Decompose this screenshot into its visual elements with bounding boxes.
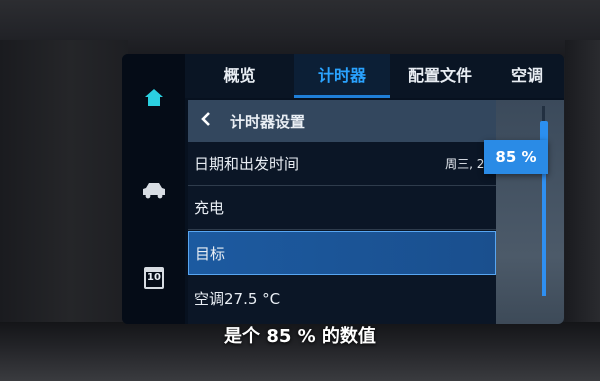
list-item-label: 充电 xyxy=(194,199,225,217)
panel-header[interactable]: 计时器设置 xyxy=(188,100,496,142)
list-item-charging[interactable]: 充电 xyxy=(188,186,496,230)
list-item-target[interactable]: 目标 xyxy=(188,231,496,275)
tab-timer[interactable]: 计时器 xyxy=(294,54,390,98)
list-item-label: 日期和出发时间 xyxy=(194,155,300,173)
tab-profile[interactable]: 配置文件 xyxy=(390,54,490,98)
tab-overview[interactable]: 概览 xyxy=(185,54,294,98)
panel-title: 计时器设置 xyxy=(230,112,306,131)
infotainment-screen: 10 概览 计时器 配置文件 空调 计时器设置 日期和出发时间 周三, 20 充… xyxy=(122,54,564,324)
list-item-label: 空调27.5 °C xyxy=(194,289,281,308)
slider-value-tooltip: 85 % xyxy=(484,140,548,174)
target-slider[interactable] xyxy=(496,100,564,324)
side-rail: 10 xyxy=(122,54,185,324)
calendar-day: 10 xyxy=(147,272,161,283)
tab-climate[interactable]: 空调 xyxy=(490,54,564,98)
list-item-label: 目标 xyxy=(195,244,226,263)
home-icon[interactable] xyxy=(140,86,168,110)
list-item-departure[interactable]: 日期和出发时间 周三, 20 xyxy=(188,142,496,186)
tab-bar: 概览 计时器 配置文件 空调 xyxy=(185,54,564,98)
list-item-climate[interactable]: 空调27.5 °C xyxy=(188,276,496,320)
timer-settings-panel: 计时器设置 日期和出发时间 周三, 20 充电 目标 空调27.5 °C xyxy=(188,100,496,324)
video-caption: 是个 85 % 的数值 xyxy=(224,326,376,347)
calendar-icon[interactable]: 10 xyxy=(140,266,168,290)
chevron-left-icon[interactable] xyxy=(194,111,230,131)
car-icon[interactable] xyxy=(140,178,168,202)
